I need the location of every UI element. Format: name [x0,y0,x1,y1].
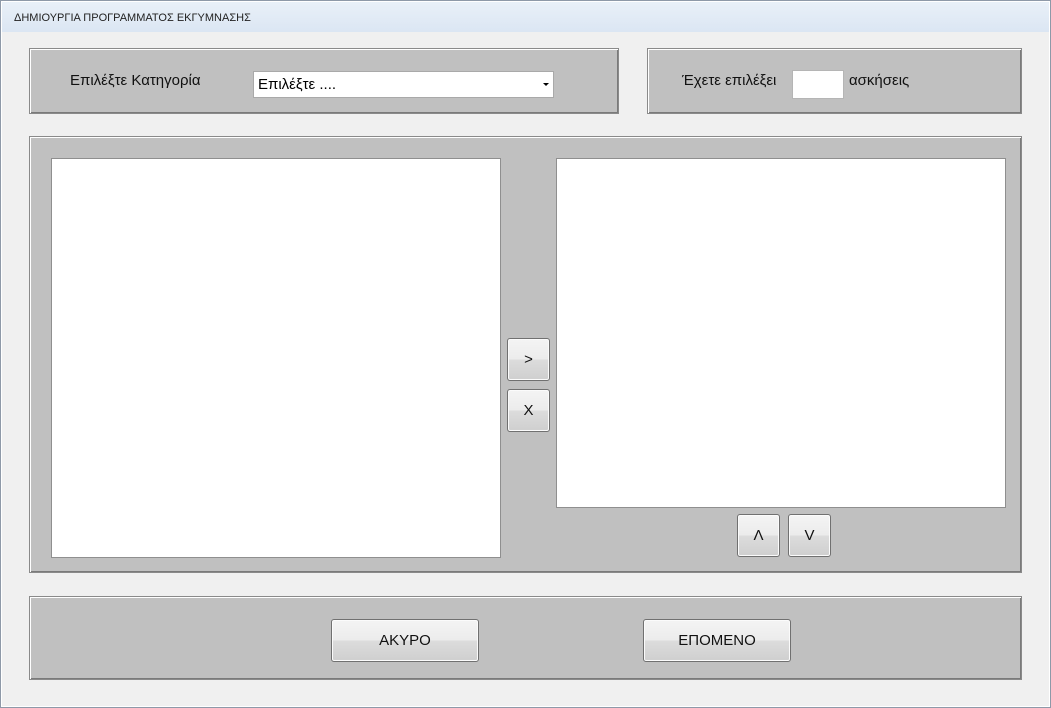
category-dropdown-value: Επιλέξτε .... [258,76,337,93]
move-down-button[interactable]: V [788,514,831,557]
selected-exercises-list[interactable] [556,158,1006,508]
add-exercise-button[interactable]: > [507,338,550,381]
app-window: ΔΗΜΙΟΥΡΓΙΑ ΠΡΟΓΡΑΜΜΑΤΟΣ ΕΚΓΥΜΝΑΣΗΣ Επιλέ… [0,0,1051,708]
next-button[interactable]: ΕΠΟΜΕΝΟ [643,619,791,662]
window-title: ΔΗΜΙΟΥΡΓΙΑ ΠΡΟΓΡΑΜΜΑΤΟΣ ΕΚΓΥΜΝΑΣΗΣ [14,12,251,24]
selected-count-prefix: Έχετε επιλέξει [682,72,777,89]
selected-count-field[interactable] [792,70,844,99]
cancel-button[interactable]: ΑΚΥΡΟ [331,619,479,662]
selected-count-suffix: ασκήσεις [849,72,910,89]
move-up-button[interactable]: Λ [737,514,780,557]
client-area: Επιλέξτε Κατηγορία Επιλέξτε .... Έχετε ε… [9,32,1043,700]
exercise-transfer-panel: > X Λ V [29,136,1022,573]
category-dropdown[interactable]: Επιλέξτε .... [253,71,554,98]
chevron-down-icon [543,83,549,86]
category-panel: Επιλέξτε Κατηγορία Επιλέξτε .... [29,48,619,114]
remove-exercise-button[interactable]: X [507,389,550,432]
title-bar[interactable]: ΔΗΜΙΟΥΡΓΙΑ ΠΡΟΓΡΑΜΜΑΤΟΣ ΕΚΓΥΜΝΑΣΗΣ [2,2,1049,32]
footer-panel: ΑΚΥΡΟ ΕΠΟΜΕΝΟ [29,596,1022,680]
available-exercises-list[interactable] [51,158,501,558]
category-label: Επιλέξτε Κατηγορία [70,72,201,89]
selection-count-panel: Έχετε επιλέξει ασκήσεις [647,48,1022,114]
